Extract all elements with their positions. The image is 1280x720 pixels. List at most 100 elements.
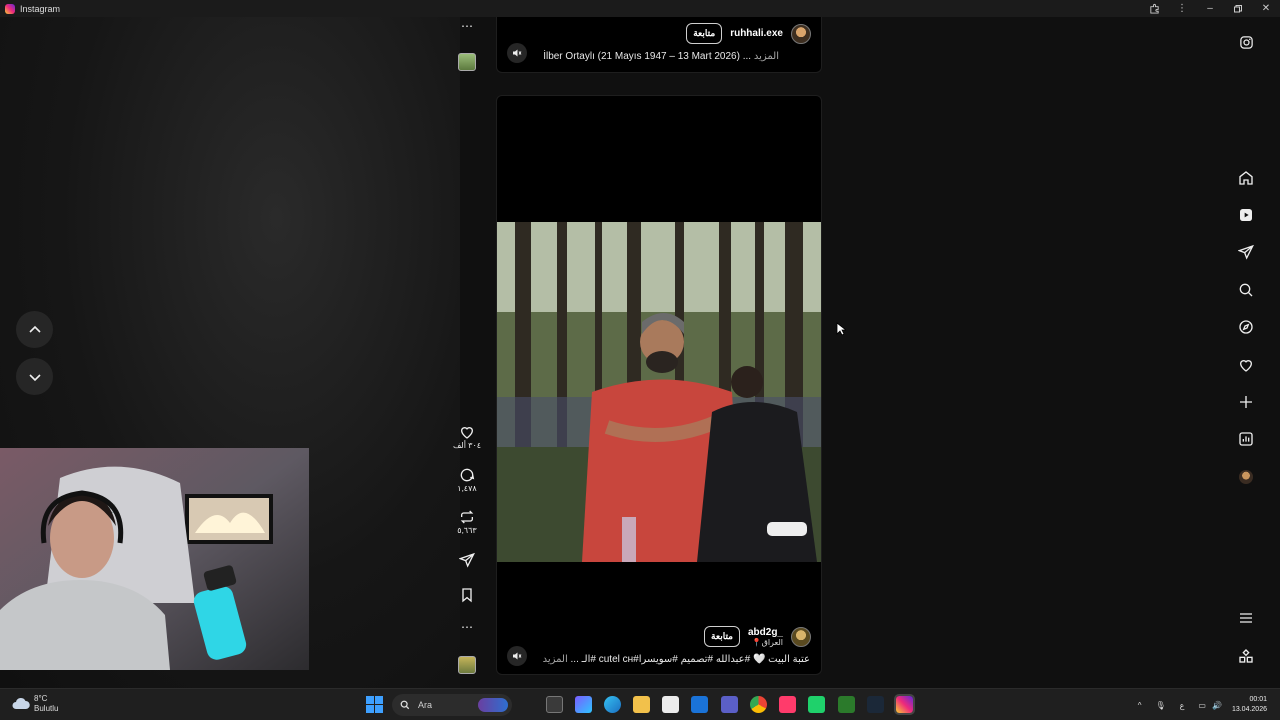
taskbar: 8°C Bulutlu Ara ^ 🎙 ع ▭ 🔊 00:01 13.04.20… [0,688,1280,720]
bookmark-icon [462,588,472,603]
apps-icon[interactable] [1237,647,1255,665]
instagram-app-icon [5,3,15,14]
microsoft-store-icon[interactable] [662,696,679,713]
mute-button[interactable] [507,646,527,666]
clock[interactable]: 00:01 13.04.2026 [1232,695,1267,715]
audio-thumbnail[interactable] [458,53,476,71]
task-view-icon[interactable] [546,696,563,713]
profile-avatar[interactable] [1237,468,1255,486]
window-titlebar: Instagram ⋮ – ✕ [0,0,1280,17]
system-tray: ^ 🎙 ع ▭ 🔊 00:01 13.04.2026 [1138,689,1280,720]
weather-desc: Bulutlu [34,704,59,713]
volume-icon[interactable]: 🔊 [1212,701,1222,710]
clock-date: 13.04.2026 [1231,706,1267,713]
steam-icon[interactable] [867,696,884,713]
notifications-icon[interactable] [1237,356,1255,374]
outlook-icon[interactable] [691,696,708,713]
reel-previous[interactable]: متابعة ruhhali.exe İlber Ortaylı (21 May… [496,17,822,73]
file-explorer-icon[interactable] [633,696,650,713]
comment-icon [460,468,475,482]
explore-icon[interactable] [1237,318,1255,336]
reel-username[interactable]: abd2g_ [748,627,783,638]
right-sidebar [1232,17,1280,688]
chevron-up-icon [28,325,41,333]
window-title: Instagram [20,3,61,14]
cloud-icon [12,697,30,709]
repost-button[interactable]: ٥,٦٦٣ [451,509,483,535]
extensions-icon[interactable] [1140,0,1168,17]
more-link[interactable]: المزيد [543,654,568,665]
location-text: العراق [761,637,783,647]
search-placeholder: Ara [418,700,433,710]
more-menu-icon[interactable] [1237,609,1255,627]
reel-username[interactable]: ruhhali.exe [730,28,783,39]
comment-count: ١,٤٧٨ [457,484,477,493]
mouse-cursor-icon [836,322,846,336]
create-icon[interactable] [1237,393,1255,411]
caption-text: İlber Ortaylı (21 Mayıs 1947 – 13 Mart 2… [543,51,752,62]
comment-button[interactable]: ١,٤٧٨ [451,467,483,493]
reels-icon[interactable] [1237,206,1255,224]
save-button[interactable] [451,587,483,603]
whatsapp-icon[interactable] [808,696,825,713]
more-link[interactable]: المزيد [754,51,779,62]
input-language[interactable]: ع [1180,701,1185,710]
location-pin-icon: 📍 [751,637,762,647]
instagram-icon[interactable] [1237,33,1255,51]
dashboard-icon[interactable] [1237,430,1255,448]
window-menu-icon[interactable]: ⋮ [1168,0,1196,17]
repost-icon [460,510,474,524]
chevron-up-icon[interactable]: ^ [1138,701,1142,710]
messages-icon[interactable] [1237,243,1255,261]
windows-icon [366,696,383,713]
weather-temp: 8°C [34,694,48,703]
reel-current[interactable]: متابعة abd2g_ 📍العراق عتبة البيت 🤍 #عبدا… [496,95,822,675]
nvidia-icon[interactable] [838,696,855,713]
instagram-taskbar-icon[interactable] [894,694,915,715]
reel-video[interactable] [497,222,821,562]
caption-text: عتبة البيت 🤍 #عبدالله #تصميم #سويسرا#cut… [570,654,810,665]
next-reel-button[interactable] [16,358,53,395]
previous-reel-button[interactable] [16,311,53,348]
follow-button[interactable]: متابعة [686,23,723,44]
more-options-icon[interactable]: ⋯ [451,620,483,634]
avatar[interactable] [791,626,811,647]
microphone-icon[interactable]: 🎙 [1155,701,1165,710]
tiktok-icon[interactable] [779,696,796,713]
reel-location[interactable]: 📍العراق [752,638,783,647]
weather-widget[interactable]: 8°C Bulutlu [12,694,58,714]
follow-button[interactable]: متابعة [704,626,740,647]
avatar[interactable] [791,23,811,44]
like-count: ٣٠٤ ألف [452,441,482,450]
clock-time: 00:01 [1249,696,1267,703]
search-icon [400,700,410,710]
audio-thumbnail[interactable] [458,656,476,674]
home-icon[interactable] [1237,169,1255,187]
more-options-icon[interactable]: ⋯ [451,19,483,33]
share-button[interactable] [451,552,483,568]
reel-caption: İlber Ortaylı (21 Mayıs 1947 – 13 Mart 2… [543,51,779,62]
copilot-icon[interactable] [575,696,592,713]
chrome-icon[interactable] [750,696,767,713]
like-button[interactable]: ٣٠٤ ألف [451,424,483,450]
speaker-muted-icon [513,652,522,660]
mute-button[interactable] [507,43,527,63]
search-icon[interactable] [1237,281,1255,299]
chevron-down-icon [28,373,41,381]
network-icon[interactable]: ▭ [1198,701,1206,710]
webcam-overlay: XE [0,448,309,670]
forest-scene-image [497,222,821,562]
start-button[interactable] [366,696,383,713]
minimize-button[interactable]: – [1196,0,1224,17]
repost-count: ٥,٦٦٣ [457,526,477,535]
teams-icon[interactable] [721,696,738,713]
reel-caption: عتبة البيت 🤍 #عبدالله #تصميم #سويسرا#cut… [543,654,810,665]
search-highlight-image [478,698,508,712]
close-button[interactable]: ✕ [1252,0,1280,17]
speaker-muted-icon [513,49,522,57]
restore-button[interactable] [1224,0,1252,17]
heart-icon [460,427,474,439]
taskbar-search[interactable]: Ara [392,694,512,716]
send-icon [459,552,475,568]
edge-icon[interactable] [604,696,621,713]
